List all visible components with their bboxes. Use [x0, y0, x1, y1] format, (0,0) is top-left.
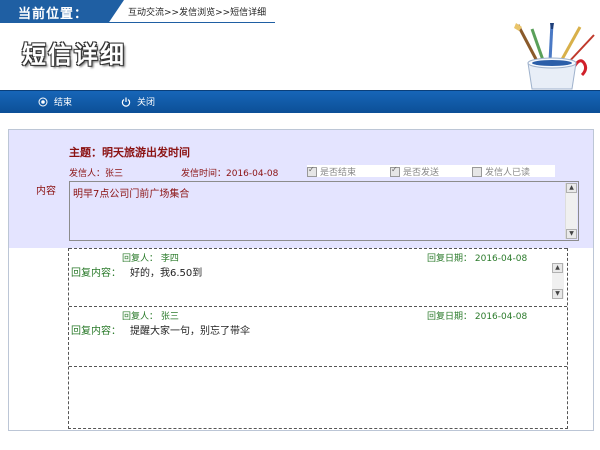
end-button[interactable]: 结束 — [38, 95, 72, 108]
location-label: 当前位置： — [18, 7, 89, 22]
send-time: 发信时间：2016-04-08 — [181, 169, 279, 179]
checkbox-label: 是否结束 — [320, 168, 357, 178]
pencil-cup-icon — [514, 23, 595, 90]
content-side-label: 内容 — [36, 186, 56, 197]
checkbox-label: 发信人已读 — [485, 168, 531, 178]
breadcrumb: 互动交流>>发信浏览>>短信详细 — [128, 8, 267, 18]
reply-date: 回复日期： 2016-04-08 — [427, 254, 528, 264]
scroll-down-icon[interactable]: ▼ — [566, 229, 577, 239]
close-button-label: 关闭 — [137, 98, 156, 108]
record-icon — [38, 97, 48, 106]
checkbox-ended[interactable]: 是否结束 — [307, 165, 356, 178]
scroll-up-icon[interactable]: ▲ — [566, 183, 577, 193]
reply-scrollbar[interactable]: ▲ ▼ — [552, 263, 564, 299]
banner: 短信详细 — [0, 23, 600, 90]
scroll-up-icon[interactable]: ▲ — [552, 263, 563, 273]
close-button[interactable]: 关闭 — [121, 95, 155, 108]
scroll-down-icon[interactable]: ▼ — [552, 289, 563, 299]
checkbox-label: 是否发送 — [403, 168, 440, 178]
top-bar: 当前位置： 互动交流>>发信浏览>>短信详细 — [0, 0, 600, 23]
content-textarea[interactable]: 明早7点公司门前广场集合 ▲ ▼ — [69, 181, 579, 241]
checkbox-box — [307, 165, 317, 177]
list-item: 回复人： 李四 回复日期： 2016-04-08 回复内容： 好的，我6.50到… — [69, 248, 567, 307]
list-item-empty — [69, 366, 567, 427]
sender: 发信人：张三 — [69, 169, 124, 179]
power-icon — [121, 97, 131, 107]
content-scrollbar[interactable]: ▲ ▼ — [565, 183, 577, 239]
message-subject: 主题：明天旅游出发时间 — [69, 146, 190, 159]
reply-content-label: 回复内容： — [71, 268, 121, 279]
reply-date: 回复日期： 2016-04-08 — [427, 312, 528, 322]
checkbox-sent[interactable]: 是否发送 — [390, 165, 439, 178]
status-checkboxes: 是否结束 是否发送 发信人已读 — [307, 165, 555, 178]
message-area: 主题：明天旅游出发时间 内容 发信人：张三 发信时间：2016-04-08 是否… — [9, 130, 593, 248]
message-frame: 主题：明天旅游出发时间 内容 发信人：张三 发信时间：2016-04-08 是否… — [8, 129, 594, 431]
reply-content-label: 回复内容： — [71, 326, 121, 337]
checkbox-box — [390, 165, 400, 177]
reply-list: 回复人： 李四 回复日期： 2016-04-08 回复内容： 好的，我6.50到… — [68, 248, 568, 429]
reply-content: 提醒大家一句，别忘了带伞 — [130, 326, 250, 337]
page-title: 短信详细 — [22, 41, 126, 69]
replier: 回复人： 李四 — [122, 254, 179, 264]
reply-content: 好的，我6.50到 — [130, 268, 203, 279]
end-button-label: 结束 — [54, 98, 73, 108]
replier: 回复人： 张三 — [122, 312, 179, 322]
list-item: 回复人： 张三 回复日期： 2016-04-08 回复内容： 提醒大家一句，别忘… — [69, 306, 567, 367]
checkbox-read[interactable]: 发信人已读 — [472, 165, 530, 178]
checkbox-box — [472, 166, 482, 177]
content-text: 明早7点公司门前广场集合 — [73, 189, 190, 200]
toolbar: 结束 关闭 — [0, 90, 600, 113]
